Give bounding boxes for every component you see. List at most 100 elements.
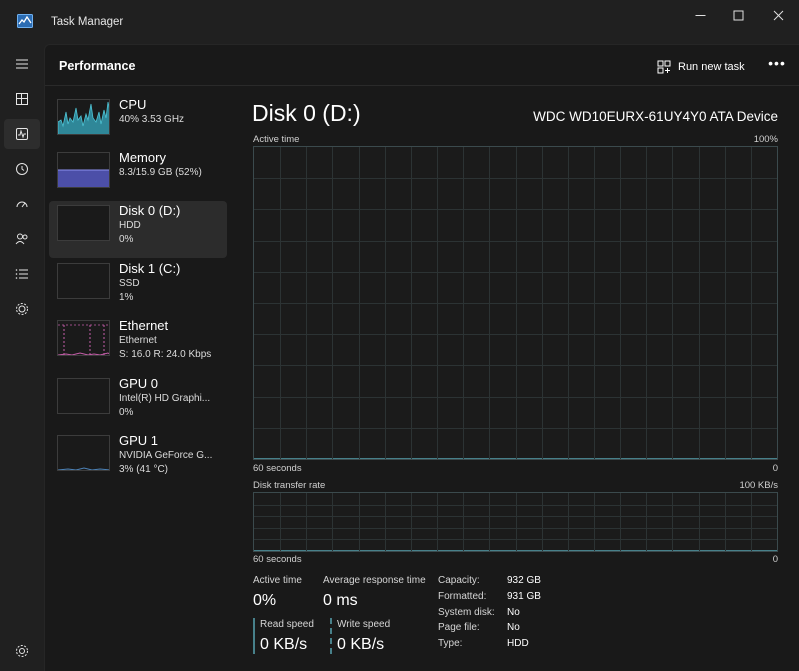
grid-line [541, 493, 543, 551]
details-icon [15, 269, 28, 279]
perf-item-disk-1[interactable]: Disk 1 (C:) SSD 1% [49, 259, 227, 316]
read-speed-indicator [253, 618, 255, 654]
perf-item-adapter: Ethernet [119, 335, 157, 346]
perf-item-disk-0[interactable]: Disk 0 (D:) HDD 0% [49, 201, 227, 258]
perf-item-detail: 8.3/15.9 GB (52%) [119, 167, 202, 178]
content-panel: Performance Run new task ••• CPU 40% 3.5… [44, 44, 799, 671]
grid-line [750, 493, 752, 551]
grid-line [646, 493, 648, 551]
system-disk-label: System disk: [438, 607, 495, 618]
minimize-button[interactable] [680, 0, 720, 30]
write-speed-value: 0 KB/s [337, 636, 385, 653]
type-value: HDD [507, 638, 529, 649]
system-disk-value: No [507, 607, 520, 618]
navigation-rail [0, 44, 44, 671]
perf-item-type: HDD [119, 220, 141, 231]
nav-services[interactable] [4, 294, 40, 324]
grid-line [437, 493, 439, 551]
grid-line [306, 493, 308, 551]
run-new-task-label: Run new task [678, 61, 745, 73]
grid-line [254, 303, 777, 304]
close-button[interactable] [758, 0, 798, 30]
grid-line [254, 527, 777, 529]
transfer-rate-graph-max: 100 KB/s [739, 480, 778, 491]
nav-processes[interactable] [4, 84, 40, 114]
perf-item-memory[interactable]: Memory 8.3/15.9 GB (52%) [49, 148, 227, 205]
grid-line [280, 493, 282, 551]
cpu-thumbnail-graph [57, 99, 110, 135]
perf-item-detail: 40% 3.53 GHz [119, 114, 185, 125]
perf-item-throughput: S: 16.0 R: 24.0 Kbps [119, 349, 212, 360]
perf-item-cpu[interactable]: CPU 40% 3.53 GHz [49, 95, 227, 152]
title-bar[interactable]: Task Manager [0, 0, 799, 44]
settings-icon[interactable] [14, 643, 30, 659]
grid-line [254, 271, 777, 273]
perf-item-type: SSD [119, 278, 140, 289]
grid-line [254, 516, 777, 518]
active-time-graph-max: 100% [753, 134, 778, 145]
grid-line [410, 493, 412, 551]
grid-line [254, 240, 777, 242]
page-title: Performance [59, 59, 136, 73]
grid-line [620, 493, 622, 551]
perf-item-name: Disk 1 (C:) [119, 261, 181, 276]
run-new-task-icon [657, 60, 671, 74]
perf-item-name: Disk 0 (D:) [119, 203, 181, 218]
grid-line [254, 396, 777, 398]
perf-item-usage: 1% [119, 292, 134, 303]
nav-users[interactable] [4, 224, 40, 254]
nav-startup-apps[interactable] [4, 189, 40, 219]
formatted-value: 931 GB [507, 591, 541, 602]
perf-item-name: CPU [119, 97, 147, 112]
read-speed-value: 0 KB/s [260, 636, 308, 653]
grid-line [254, 427, 777, 429]
perf-item-name: Ethernet [119, 318, 169, 333]
grid-line [567, 493, 569, 551]
task-manager-window: Task Manager Performance Run new task ••… [0, 0, 799, 671]
grid-line [724, 493, 726, 551]
grid-line [489, 493, 491, 551]
capacity-value: 932 GB [507, 575, 541, 586]
active-time-graph-label: Active time [253, 134, 300, 145]
page-header: Performance Run new task ••• [45, 45, 799, 86]
perf-item-name: GPU 1 [119, 433, 159, 448]
write-speed-indicator [330, 618, 332, 654]
active-time-graph [253, 146, 778, 460]
perf-item-gpu-0[interactable]: GPU 0 Intel(R) HD Graphi... 0% [49, 374, 227, 431]
type-label: Type: [438, 638, 463, 649]
grid-line [254, 178, 777, 180]
ethernet-thumbnail-graph [57, 320, 110, 356]
write-speed-label: Write speed [337, 619, 391, 630]
transfer-rate-graph-min: 0 [772, 554, 778, 565]
detail-title: Disk 0 (D:) [252, 100, 361, 126]
nav-app-history[interactable] [4, 154, 40, 184]
task-manager-app-icon [17, 14, 33, 28]
transfer-rate-graph-time-axis: 60 seconds [253, 554, 302, 565]
read-speed-label: Read speed [260, 619, 314, 630]
grid-line [384, 493, 386, 551]
close-icon [773, 10, 783, 20]
perf-item-ethernet[interactable]: Ethernet Ethernet S: 16.0 R: 24.0 Kbps [49, 316, 227, 373]
perf-item-model: NVIDIA GeForce G... [119, 450, 213, 461]
app-history-icon [16, 163, 28, 175]
active-time-label: Active time [253, 575, 302, 586]
grid-line [254, 365, 777, 367]
active-time-graph-min: 0 [772, 463, 778, 474]
run-new-task-button[interactable]: Run new task [657, 56, 745, 78]
grid-line [463, 493, 465, 551]
grid-line [254, 334, 777, 336]
more-options-button[interactable]: ••• [765, 55, 789, 77]
nav-details[interactable] [4, 259, 40, 289]
memory-thumbnail-graph [57, 152, 110, 188]
nav-performance[interactable] [4, 119, 40, 149]
grid-line [332, 493, 334, 551]
grid-line [254, 504, 777, 506]
perf-item-gpu-1[interactable]: GPU 1 NVIDIA GeForce G... 3% (41 °C) [49, 431, 227, 488]
nav-menu-button[interactable] [4, 49, 40, 79]
perf-item-usage: 3% (41 °C) [119, 464, 169, 475]
capacity-label: Capacity: [438, 575, 480, 586]
maximize-button[interactable] [718, 0, 758, 30]
window-title: Task Manager [51, 16, 124, 28]
grid-line [254, 539, 777, 541]
formatted-label: Formatted: [438, 591, 487, 602]
